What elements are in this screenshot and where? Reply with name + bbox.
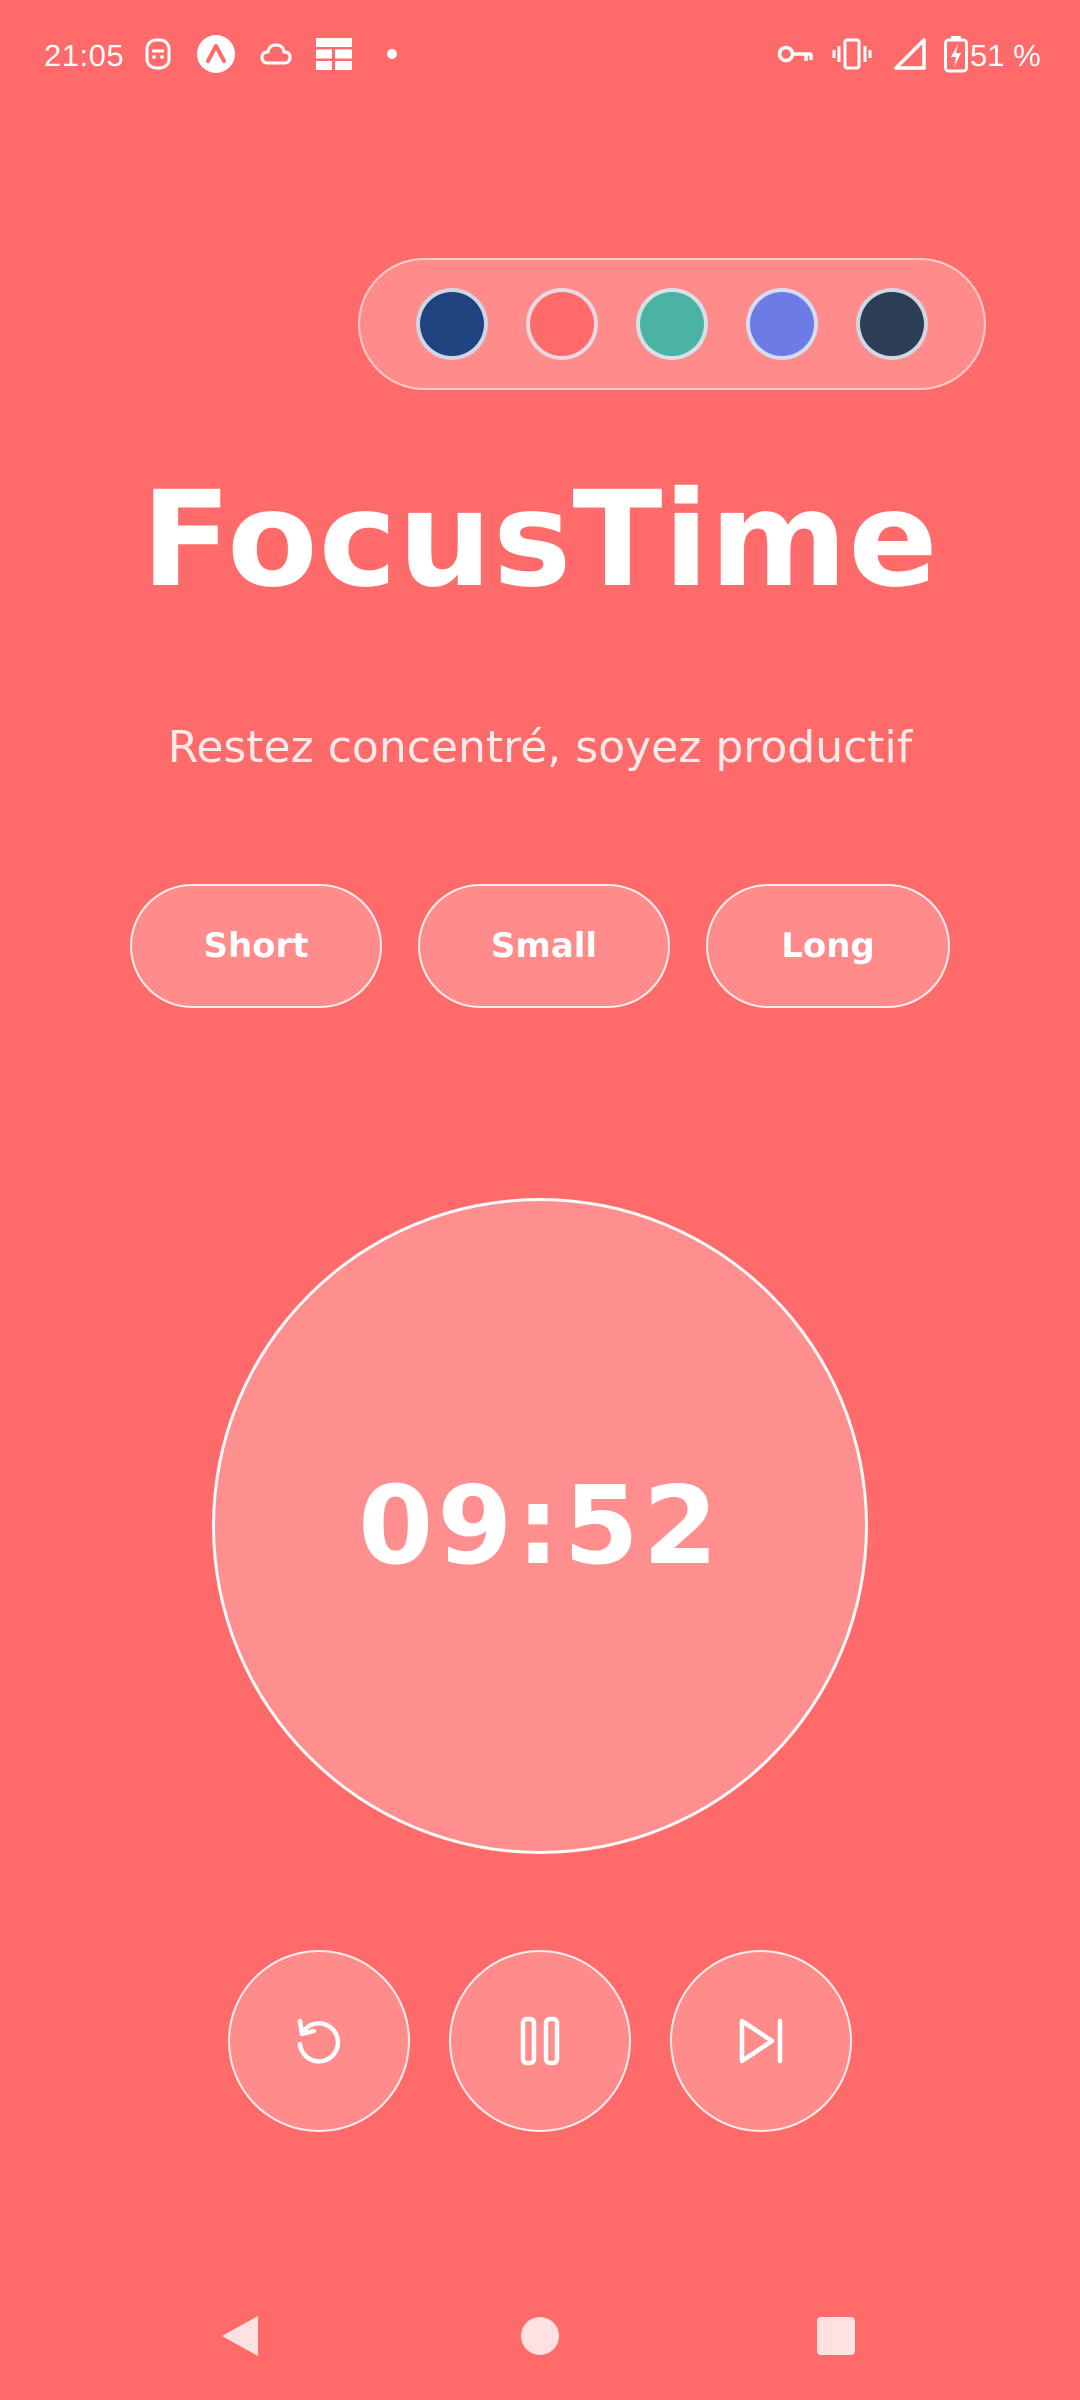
back-icon [218, 2312, 262, 2360]
reset-icon [290, 2012, 348, 2070]
face-icon [138, 34, 178, 74]
status-bar: 21:05 51 % [0, 0, 1080, 120]
pause-button[interactable] [449, 1950, 631, 2132]
nav-back-button[interactable] [200, 2296, 280, 2376]
nav-home-button[interactable] [500, 2296, 580, 2376]
signal-icon [890, 34, 930, 74]
home-icon [520, 2316, 560, 2356]
mode-short-button[interactable]: Short [130, 884, 382, 1008]
swatch-navy[interactable] [416, 288, 488, 360]
swatch-periwinkle[interactable] [746, 288, 818, 360]
vibrate-icon [832, 34, 872, 74]
a-logo-icon [196, 34, 236, 74]
skip-next-button[interactable] [670, 1950, 852, 2132]
skip-next-icon [736, 2016, 786, 2066]
nav-recents-button[interactable] [796, 2296, 876, 2376]
status-time: 21:05 [44, 38, 125, 73]
app-subtitle: Restez concentré, soyez productif [167, 722, 913, 773]
mode-small-button[interactable]: Small [418, 884, 670, 1008]
mode-short-label: Short [203, 926, 309, 966]
mode-long-button[interactable]: Long [706, 884, 950, 1008]
timer-display: 09:52 [358, 1463, 722, 1589]
grid-icon [314, 34, 354, 74]
battery-percent: 51 % [970, 38, 1041, 73]
timer-circle: 09:52 [212, 1198, 868, 1854]
theme-color-picker [358, 258, 986, 390]
swatch-slate[interactable] [856, 288, 928, 360]
recents-icon [816, 2316, 856, 2356]
pause-icon [519, 2016, 561, 2066]
swatch-teal[interactable] [636, 288, 708, 360]
mode-long-label: Long [781, 926, 875, 966]
mode-small-label: Small [490, 926, 598, 966]
swatch-coral[interactable] [526, 288, 598, 360]
app-title: FocusTime [141, 463, 939, 617]
key-icon [776, 34, 816, 74]
reset-button[interactable] [228, 1950, 410, 2132]
dot-icon [372, 34, 412, 74]
cloud-icon [256, 34, 296, 74]
